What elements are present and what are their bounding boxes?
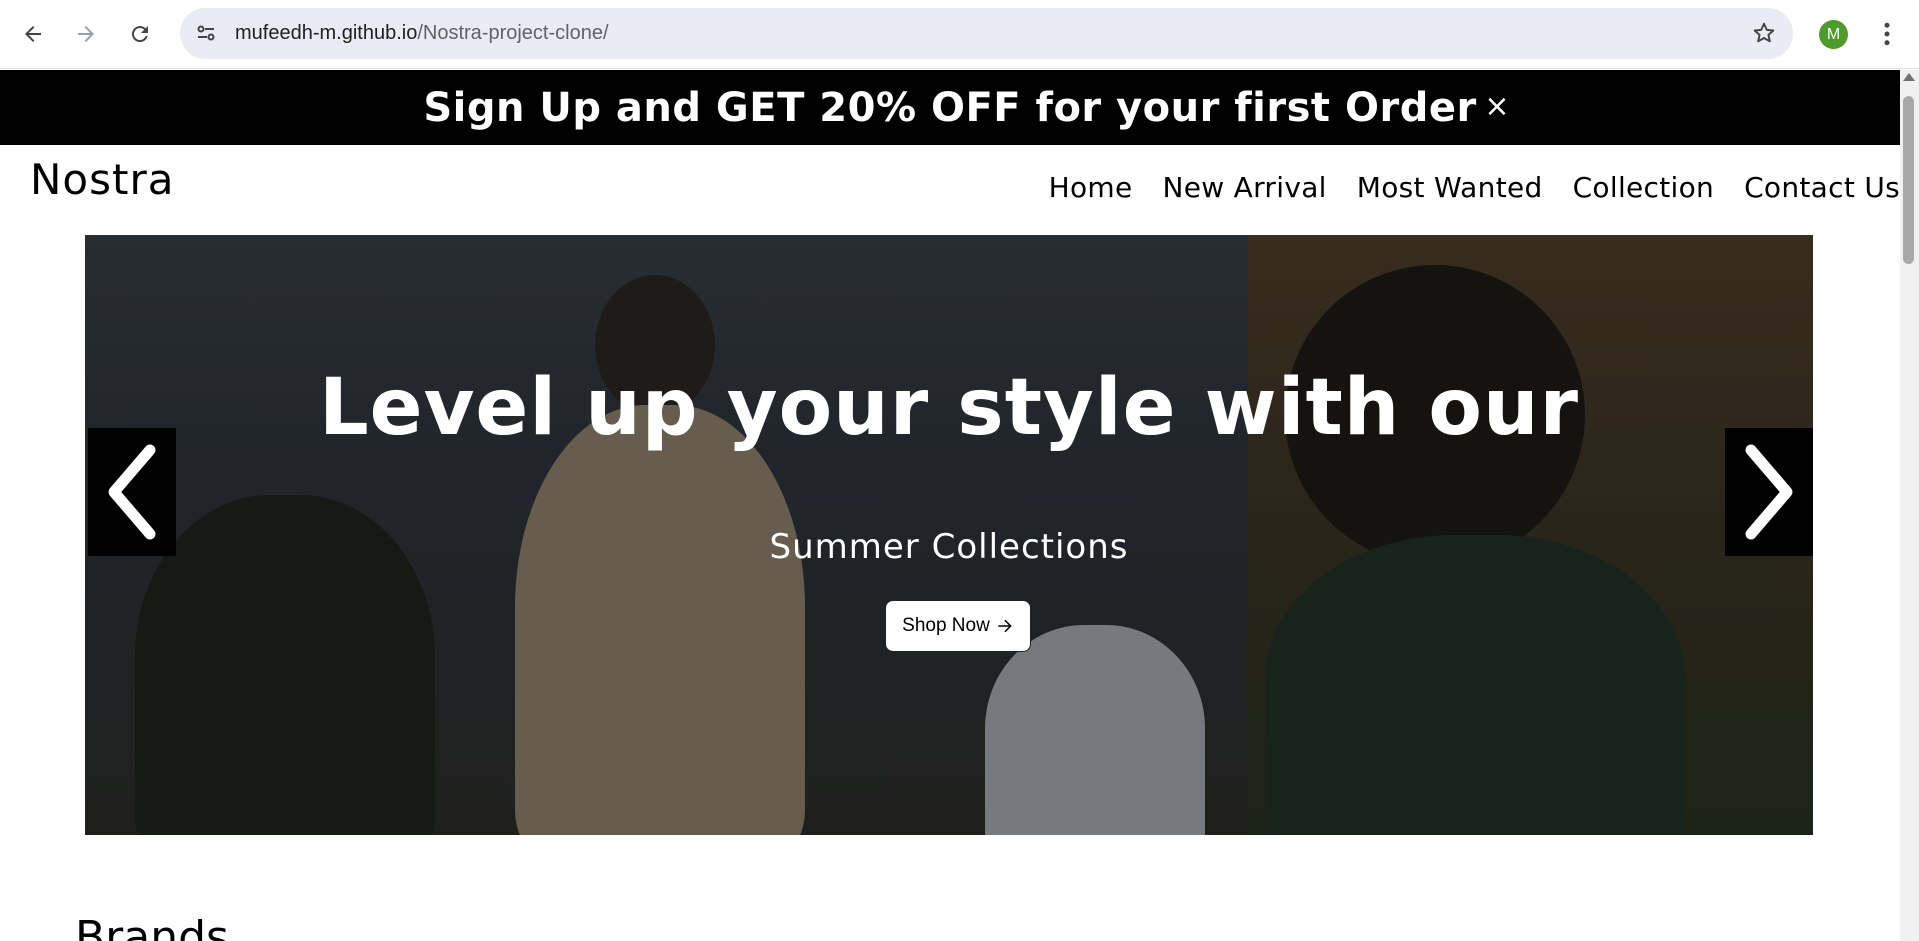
nav-collection[interactable]: Collection: [1573, 171, 1715, 204]
browser-toolbar: mufeedh-m.github.io/Nostra-project-clone…: [0, 0, 1919, 69]
main-nav: Home New Arrival Most Wanted Collection …: [1049, 171, 1900, 204]
url-text[interactable]: mufeedh-m.github.io/Nostra-project-clone…: [235, 8, 609, 59]
address-bar[interactable]: mufeedh-m.github.io/Nostra-project-clone…: [180, 8, 1793, 59]
shop-now-button[interactable]: Shop Now: [885, 600, 1031, 652]
hero-subtitle: Summer Collections: [769, 527, 1129, 567]
chevron-right-icon: [1745, 444, 1793, 540]
nav-new-arrival[interactable]: New Arrival: [1162, 171, 1326, 204]
url-host: mufeedh-m.github.io: [235, 22, 418, 44]
scrollbar-thumb[interactable]: [1903, 96, 1914, 264]
arrow-right-icon: [998, 619, 1012, 633]
site-logo[interactable]: Nostra: [30, 155, 174, 204]
forward-icon: [78, 26, 94, 42]
url-path: /Nostra-project-clone/: [417, 22, 609, 44]
hero-title: Level up your style with our: [318, 363, 1580, 453]
promo-text: Sign Up and GET 20% OFF for your first O…: [423, 84, 1477, 131]
close-icon[interactable]: ×: [1482, 92, 1512, 122]
carousel-next-button[interactable]: [1725, 428, 1813, 556]
reload-button[interactable]: [122, 16, 158, 52]
more-vert-icon[interactable]: [1872, 18, 1902, 50]
bookmark-star-icon[interactable]: [1751, 20, 1777, 46]
site-header: Nostra Home New Arrival Most Wanted Coll…: [0, 145, 1900, 235]
chevron-left-icon: [108, 444, 156, 540]
reload-icon: [131, 26, 148, 43]
back-icon: [25, 26, 41, 42]
shop-now-label: Shop Now: [902, 615, 990, 636]
forward-button[interactable]: [68, 16, 104, 52]
back-button[interactable]: [15, 16, 51, 52]
site-settings-icon[interactable]: [194, 21, 218, 45]
nav-contact-us[interactable]: Contact Us: [1744, 171, 1900, 204]
scroll-up-icon[interactable]: [1903, 73, 1915, 81]
brands-heading: Brands: [75, 912, 229, 941]
profile-avatar[interactable]: M: [1819, 20, 1848, 49]
page-viewport: Sign Up and GET 20% OFF for your first O…: [0, 70, 1900, 941]
hero-carousel: Level up your style with our Summer Coll…: [85, 235, 1813, 835]
promo-banner: Sign Up and GET 20% OFF for your first O…: [0, 70, 1900, 145]
carousel-prev-button[interactable]: [88, 428, 176, 556]
nav-most-wanted[interactable]: Most Wanted: [1357, 171, 1543, 204]
nav-home[interactable]: Home: [1049, 171, 1133, 204]
